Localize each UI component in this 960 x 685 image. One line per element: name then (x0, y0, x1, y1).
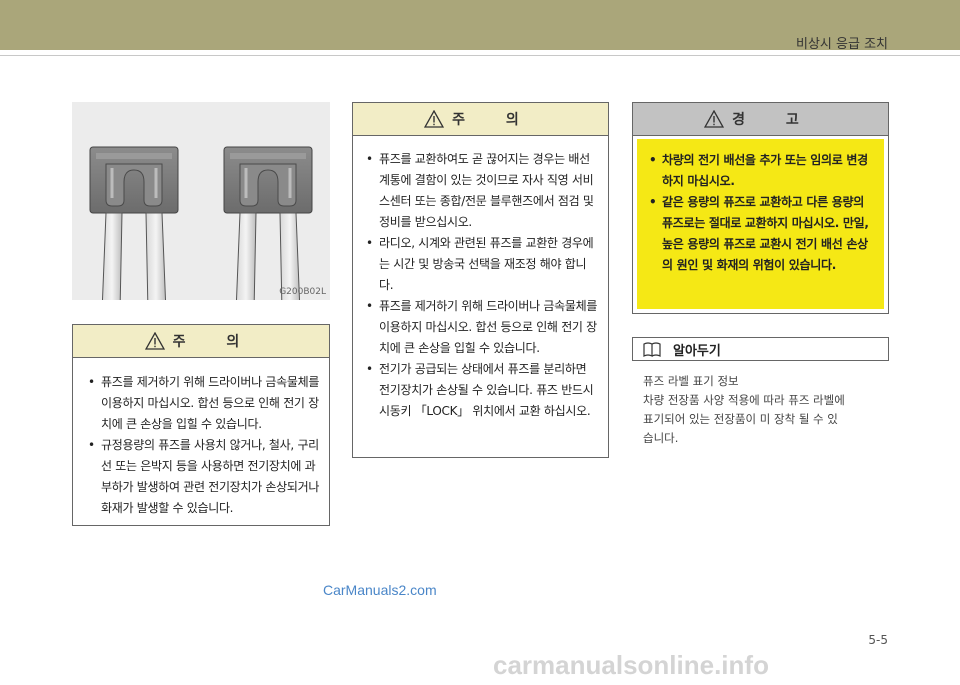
warning-body: 차량의 전기 배선을 추가 또는 임의로 변경하지 마십시오. 같은 용량의 퓨… (637, 139, 884, 309)
page-number: 5-5 (868, 633, 888, 647)
caution-list: 퓨즈를 제거하기 위해 드라이버나 금속물체를 이용하지 마십시오. 합선 등으… (73, 358, 329, 519)
caution-item: 퓨즈를 제거하기 위해 드라이버나 금속물체를 이용하지 마십시오. 합선 등으… (85, 372, 321, 435)
mini-fuse-drawing (89, 146, 313, 300)
caution-title: 주 의 (172, 334, 258, 350)
note-title: 알아두기 (673, 343, 721, 359)
caution-list: 퓨즈를 교환하여도 곧 끊어지는 경우는 배선 계통에 결함이 있는 것이므로 … (353, 136, 608, 422)
warning-triangle-icon (424, 110, 445, 128)
note-line: 표기되어 있는 전장품이 미 장착 될 수 있 (643, 412, 838, 426)
warning-title: 경 고 (732, 112, 817, 128)
caution-item: 라디오, 시계와 관련된 퓨즈를 교환한 경우에는 시간 및 방송국 선택을 재… (363, 233, 600, 296)
fuse-right (223, 146, 313, 300)
warning-box: 경 고 차량의 전기 배선을 추가 또는 임의로 변경하지 마십시오. 같은 용… (632, 102, 889, 314)
section-title: 비상시 응급 조치 (796, 37, 888, 52)
caution-item: 전기가 공급되는 상태에서 퓨즈를 분리하면 전기장치가 손상될 수 있습니다.… (363, 359, 600, 422)
header-divider (0, 55, 960, 56)
figure-code: G200B02L (279, 287, 326, 297)
note-line: 차량 전장품 사양 적용에 따라 퓨즈 라벨에 (643, 393, 845, 407)
fuse-left (89, 146, 179, 300)
watermark-link[interactable]: CarManuals2.com (323, 582, 437, 598)
note-line: 습니다. (643, 431, 679, 445)
caution-item: 퓨즈를 제거하기 위해 드라이버나 금속물체를 이용하지 마십시오. 합선 등으… (363, 296, 600, 359)
caution-box-left: 주 의 퓨즈를 제거하기 위해 드라이버나 금속물체를 이용하지 마십시오. 합… (72, 324, 330, 526)
warning-item: 차량의 전기 배선을 추가 또는 임의로 변경하지 마십시오. (646, 150, 876, 192)
caution-header: 주 의 (353, 103, 608, 136)
fuse-illustration: G200B02L (72, 102, 330, 300)
warning-item: 같은 용량의 퓨즈로 교환하고 다른 용량의 퓨즈로는 절대로 교환하지 마십시… (646, 192, 876, 276)
warning-triangle-icon (144, 332, 165, 350)
note-text: 퓨즈 라벨 표기 정보 차량 전장품 사양 적용에 따라 퓨즈 라벨에 표기되어… (643, 372, 883, 448)
caution-item: 규정용량의 퓨즈를 사용치 않거나, 철사, 구리선 또는 은박지 등을 사용하… (85, 435, 321, 519)
note-header: 알아두기 (632, 337, 889, 361)
footer-watermark: carmanualsonline.info (493, 650, 769, 680)
note-line: 퓨즈 라벨 표기 정보 (643, 374, 739, 388)
caution-item: 퓨즈를 교환하여도 곧 끊어지는 경우는 배선 계통에 결함이 있는 것이므로 … (363, 149, 600, 233)
caution-header: 주 의 (73, 325, 329, 358)
warning-list: 차량의 전기 배선을 추가 또는 임의로 변경하지 마십시오. 같은 용량의 퓨… (637, 139, 884, 276)
warning-header: 경 고 (633, 103, 888, 136)
caution-title: 주 의 (452, 112, 537, 128)
warning-triangle-icon (704, 110, 725, 128)
caution-box-middle: 주 의 퓨즈를 교환하여도 곧 끊어지는 경우는 배선 계통에 결함이 있는 것… (352, 102, 609, 458)
book-icon (643, 341, 661, 357)
